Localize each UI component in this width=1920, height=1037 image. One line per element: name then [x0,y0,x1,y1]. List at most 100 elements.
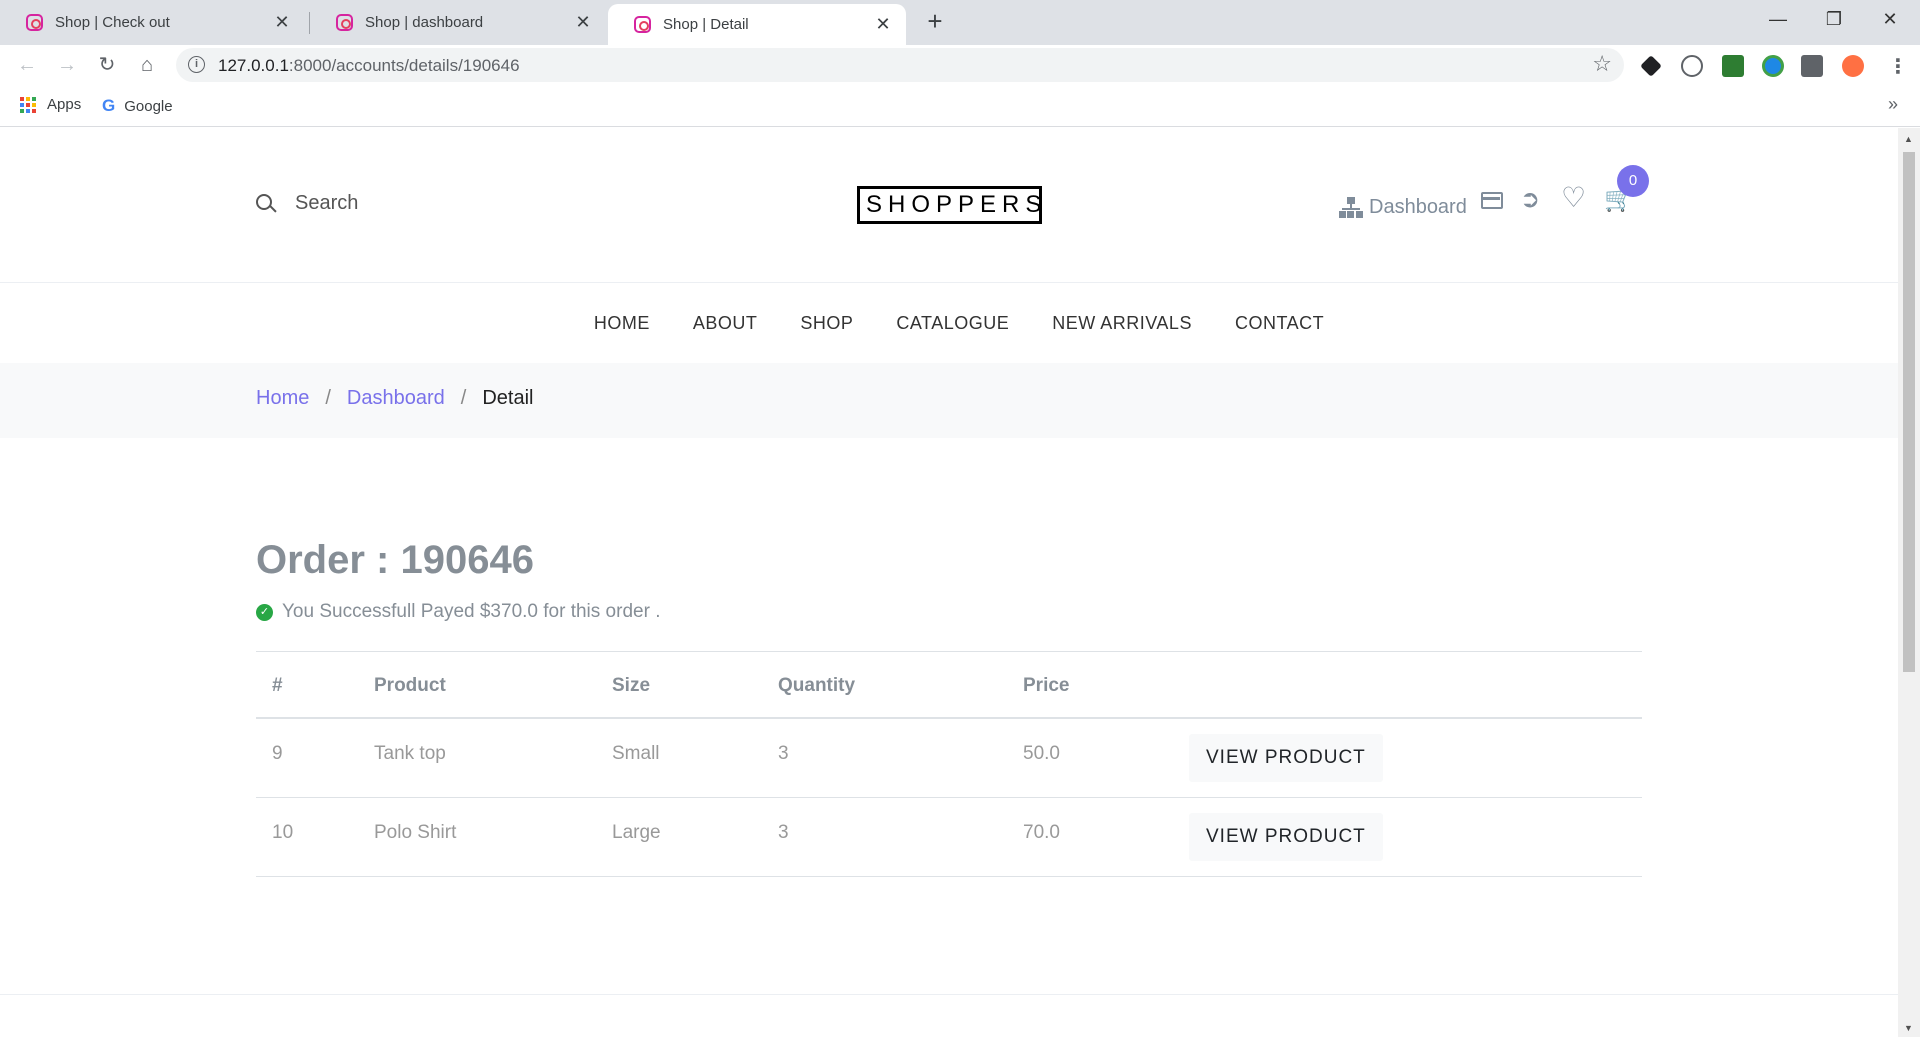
browser-tab-strip: Shop | Check out ✕ Shop | dashboard ✕ Sh… [0,0,1920,45]
bookmark-google[interactable]: G Google [102,96,173,116]
tab-title: Shop | Check out [55,14,170,31]
site-logo[interactable]: SHOPPERS [857,186,1042,224]
close-tab-icon[interactable]: ✕ [870,14,896,35]
column-header-size: Size [596,651,762,719]
close-tab-icon[interactable]: ✕ [570,12,596,33]
scrollbar-thumb[interactable] [1903,152,1915,672]
instagram-favicon-icon [336,14,353,31]
breadcrumb-separator: / [460,387,467,409]
site-info-icon[interactable]: i [188,56,205,73]
forward-arrow-icon[interactable]: → [52,51,82,79]
view-product-button[interactable]: VIEW PRODUCT [1189,812,1383,861]
restore-window-button[interactable]: ❐ [1806,0,1862,40]
browser-tab-dashboard[interactable]: Shop | dashboard ✕ [310,0,606,45]
breadcrumb-dashboard[interactable]: Dashboard [347,387,445,410]
instagram-favicon-icon [634,16,651,33]
check-circle-icon: ✓ [256,603,273,621]
main-navigation: HOME ABOUT SHOP CATALOGUE NEW ARRIVALS C… [0,283,1898,363]
profile-avatar[interactable] [1842,55,1864,77]
success-text: You Successfull Payed $370.0 for this or… [282,601,661,622]
extensions-puzzle-icon[interactable] [1801,55,1823,77]
reload-icon[interactable]: ↻ [92,51,122,79]
nav-catalogue[interactable]: CATALOGUE [896,313,1009,334]
browser-menu-icon[interactable]: ⋮ [1888,54,1908,79]
nav-shop[interactable]: SHOP [800,313,853,334]
bookmarks-bar: Apps G Google » [0,85,1920,127]
scroll-down-arrow-icon[interactable]: ▼ [1904,1023,1913,1033]
browser-tab-detail[interactable]: Shop | Detail ✕ [608,4,906,45]
bookmark-label: Google [124,97,173,115]
address-bar[interactable]: i 127.0.0.1:8000/accounts/details/190646… [176,48,1624,82]
heart-icon[interactable]: ♡ [1561,184,1586,212]
extension-arrow-icon[interactable] [1640,55,1662,77]
page-scrollbar[interactable]: ▲ ▼ [1898,128,1920,1037]
back-arrow-icon[interactable]: ← [12,51,42,79]
column-header-action [1173,651,1642,719]
breadcrumb-current: Detail [482,387,534,409]
apps-grid-icon [20,96,36,113]
close-window-button[interactable]: ✕ [1862,0,1918,40]
more-bookmarks-icon[interactable]: » [1888,94,1898,115]
cell-quantity: 3 [762,718,1007,798]
cell-quantity: 3 [762,797,1007,877]
instagram-favicon-icon [26,14,43,31]
column-header-quantity: Quantity [762,651,1007,719]
scroll-up-arrow-icon[interactable]: ▲ [1904,134,1913,144]
credit-card-icon[interactable] [1481,192,1503,209]
page-viewport: SHOPPERS Dashboard ➲ ♡ 🛒 0 HOME ABOUT SH… [0,128,1898,1037]
nav-contact[interactable]: CONTACT [1235,313,1324,334]
table-row: 9 Tank top Small 3 50.0 VIEW PRODUCT [256,718,1642,798]
close-tab-icon[interactable]: ✕ [269,12,295,33]
bookmark-star-icon[interactable]: ☆ [1592,51,1612,77]
cart-count-badge: 0 [1617,165,1649,197]
browser-toolbar: ← → ↻ ⌂ i 127.0.0.1:8000/accounts/detail… [0,45,1920,85]
google-icon: G [102,96,116,115]
payment-success-message: ✓ You Successfull Payed $370.0 for this … [256,601,660,623]
url-host: 127.0.0.1 [218,56,289,75]
order-title: Order : 190646 [256,538,534,582]
new-tab-button[interactable]: + [920,6,950,36]
table-row: 10 Polo Shirt Large 3 70.0 VIEW PRODUCT [256,797,1642,877]
nav-home[interactable]: HOME [594,313,650,334]
column-header-price: Price [1007,651,1173,719]
order-items-table: # Product Size Quantity Price 9 Tank top… [256,651,1642,877]
breadcrumb: Home / Dashboard / Detail [0,363,1898,438]
search-icon[interactable] [256,194,272,210]
cell-size: Small [596,718,762,798]
tab-title: Shop | Detail [663,16,749,33]
cell-action: VIEW PRODUCT [1173,718,1642,798]
bookmark-apps[interactable]: Apps [20,96,81,113]
breadcrumb-separator: / [325,387,331,409]
address-url[interactable]: 127.0.0.1:8000/accounts/details/190646 [218,56,520,76]
url-path: :8000/accounts/details/190646 [288,56,520,75]
home-icon[interactable]: ⌂ [132,51,162,79]
cell-price: 50.0 [1007,718,1173,798]
cell-size: Large [596,797,762,877]
nav-new-arrivals[interactable]: NEW ARRIVALS [1052,313,1192,334]
bookmark-label: Apps [47,96,82,113]
view-product-button[interactable]: VIEW PRODUCT [1189,733,1383,782]
table-header-row: # Product Size Quantity Price [256,651,1642,719]
cell-product: Polo Shirt [358,797,596,877]
nav-about[interactable]: ABOUT [693,313,758,334]
dashboard-link[interactable]: Dashboard [1339,196,1467,219]
sitemap-icon [1339,196,1363,219]
column-header-number: # [256,651,358,719]
cell-product: Tank top [358,718,596,798]
logout-icon[interactable]: ➲ [1520,188,1540,212]
footer-divider [0,994,1898,995]
search-input[interactable] [295,187,595,219]
browser-tab-checkout[interactable]: Shop | Check out ✕ [0,0,305,45]
tab-title: Shop | dashboard [365,14,484,31]
dashboard-label: Dashboard [1369,196,1467,218]
cell-action: VIEW PRODUCT [1173,797,1642,877]
cell-id: 9 [256,718,358,798]
extension-globe-icon[interactable] [1762,55,1784,77]
site-header: SHOPPERS Dashboard ➲ ♡ 🛒 0 [0,128,1898,283]
breadcrumb-home[interactable]: Home [256,387,309,410]
extension-vuejs-icon[interactable] [1722,55,1744,77]
column-header-product: Product [358,651,596,719]
minimize-window-button[interactable]: — [1750,0,1806,40]
cell-id: 10 [256,797,358,877]
extension-link-icon[interactable] [1681,55,1703,77]
